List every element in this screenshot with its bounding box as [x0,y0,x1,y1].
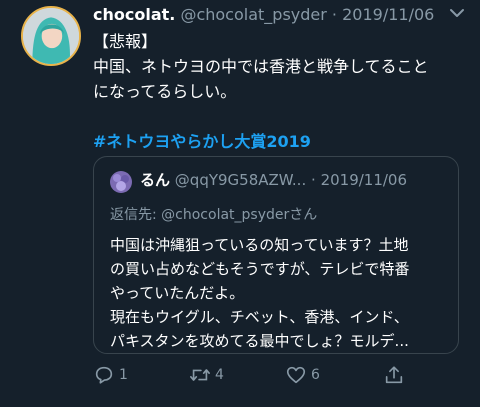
author-display-name[interactable]: chocolat. [93,5,175,24]
reply-prefix: 返信先: [110,207,162,223]
retweet-count: 4 [215,367,224,383]
quoted-tweet-text: 中国は沖縄狙っているの知っています？土地 の買い占めなどもそうですが、テレビで特… [110,233,450,353]
quoted-display-name: るん [140,171,171,189]
tweet-text: 【悲報】 中国、ネトウヨの中では香港と戦争してること になってるらしい。 #ネト… [93,29,463,154]
reply-count: 1 [119,367,128,383]
quoted-date: 2019/11/06 [320,171,408,189]
quoted-line: やっていたんだよ。 [110,284,245,302]
quoted-handle: @qqY9G58AZW... [174,171,307,189]
avatar-photo [23,8,79,64]
quoted-line: の買い占めなどもそうですが、テレビで特番 [110,260,410,278]
retweet-icon [190,369,210,381]
author-avatar[interactable] [21,6,81,66]
author-handle[interactable]: @chocolat_psyder [180,5,326,24]
share-button[interactable] [383,362,405,388]
like-button[interactable]: 6 [285,362,320,388]
share-icon [385,366,403,384]
reply-to-handle: @chocolat_psyder [161,207,290,223]
reply-icon [95,366,113,384]
quoted-author-avatar [110,171,132,193]
quoted-separator: · [311,171,316,189]
retweet-button[interactable]: 4 [189,362,224,388]
reply-button[interactable]: 1 [93,362,128,388]
caret-down-icon[interactable] [448,5,466,21]
quoted-tweet-card[interactable]: るん @qqY9G58AZW... · 2019/11/06 返信先: @cho… [93,156,459,354]
quoted-line: 現在もウイグル、チベット、香港、インド、 [110,308,409,326]
tweet-line: になってるらしい。 [93,82,237,101]
tweet-line: 中国、ネトウヨの中では香港と戦争してること [93,57,429,76]
tweet-date[interactable]: 2019/11/06 [342,5,434,24]
tweet-line: 【悲報】 [93,32,158,51]
quoted-line: 中国は沖縄狙っているの知っています？土地 [110,236,409,254]
like-count: 6 [311,367,320,383]
header-separator: · [331,5,338,24]
tweet-header: chocolat. @chocolat_psyder · 2019/11/06 [93,5,470,27]
reply-to-line: 返信先: @chocolat_psyderさん [110,204,317,224]
quoted-tweet-header: るん @qqY9G58AZW... · 2019/11/06 [140,169,407,190]
hashtag-link[interactable]: #ネトウヨやらかし大賞2019 [93,132,311,151]
reply-suffix: さん [289,207,318,223]
like-icon [286,366,306,384]
tweet-actions: 1 4 6 [93,362,473,392]
quoted-line: パキスタンを攻めてる最中でしょ？モルデ... [110,332,409,350]
